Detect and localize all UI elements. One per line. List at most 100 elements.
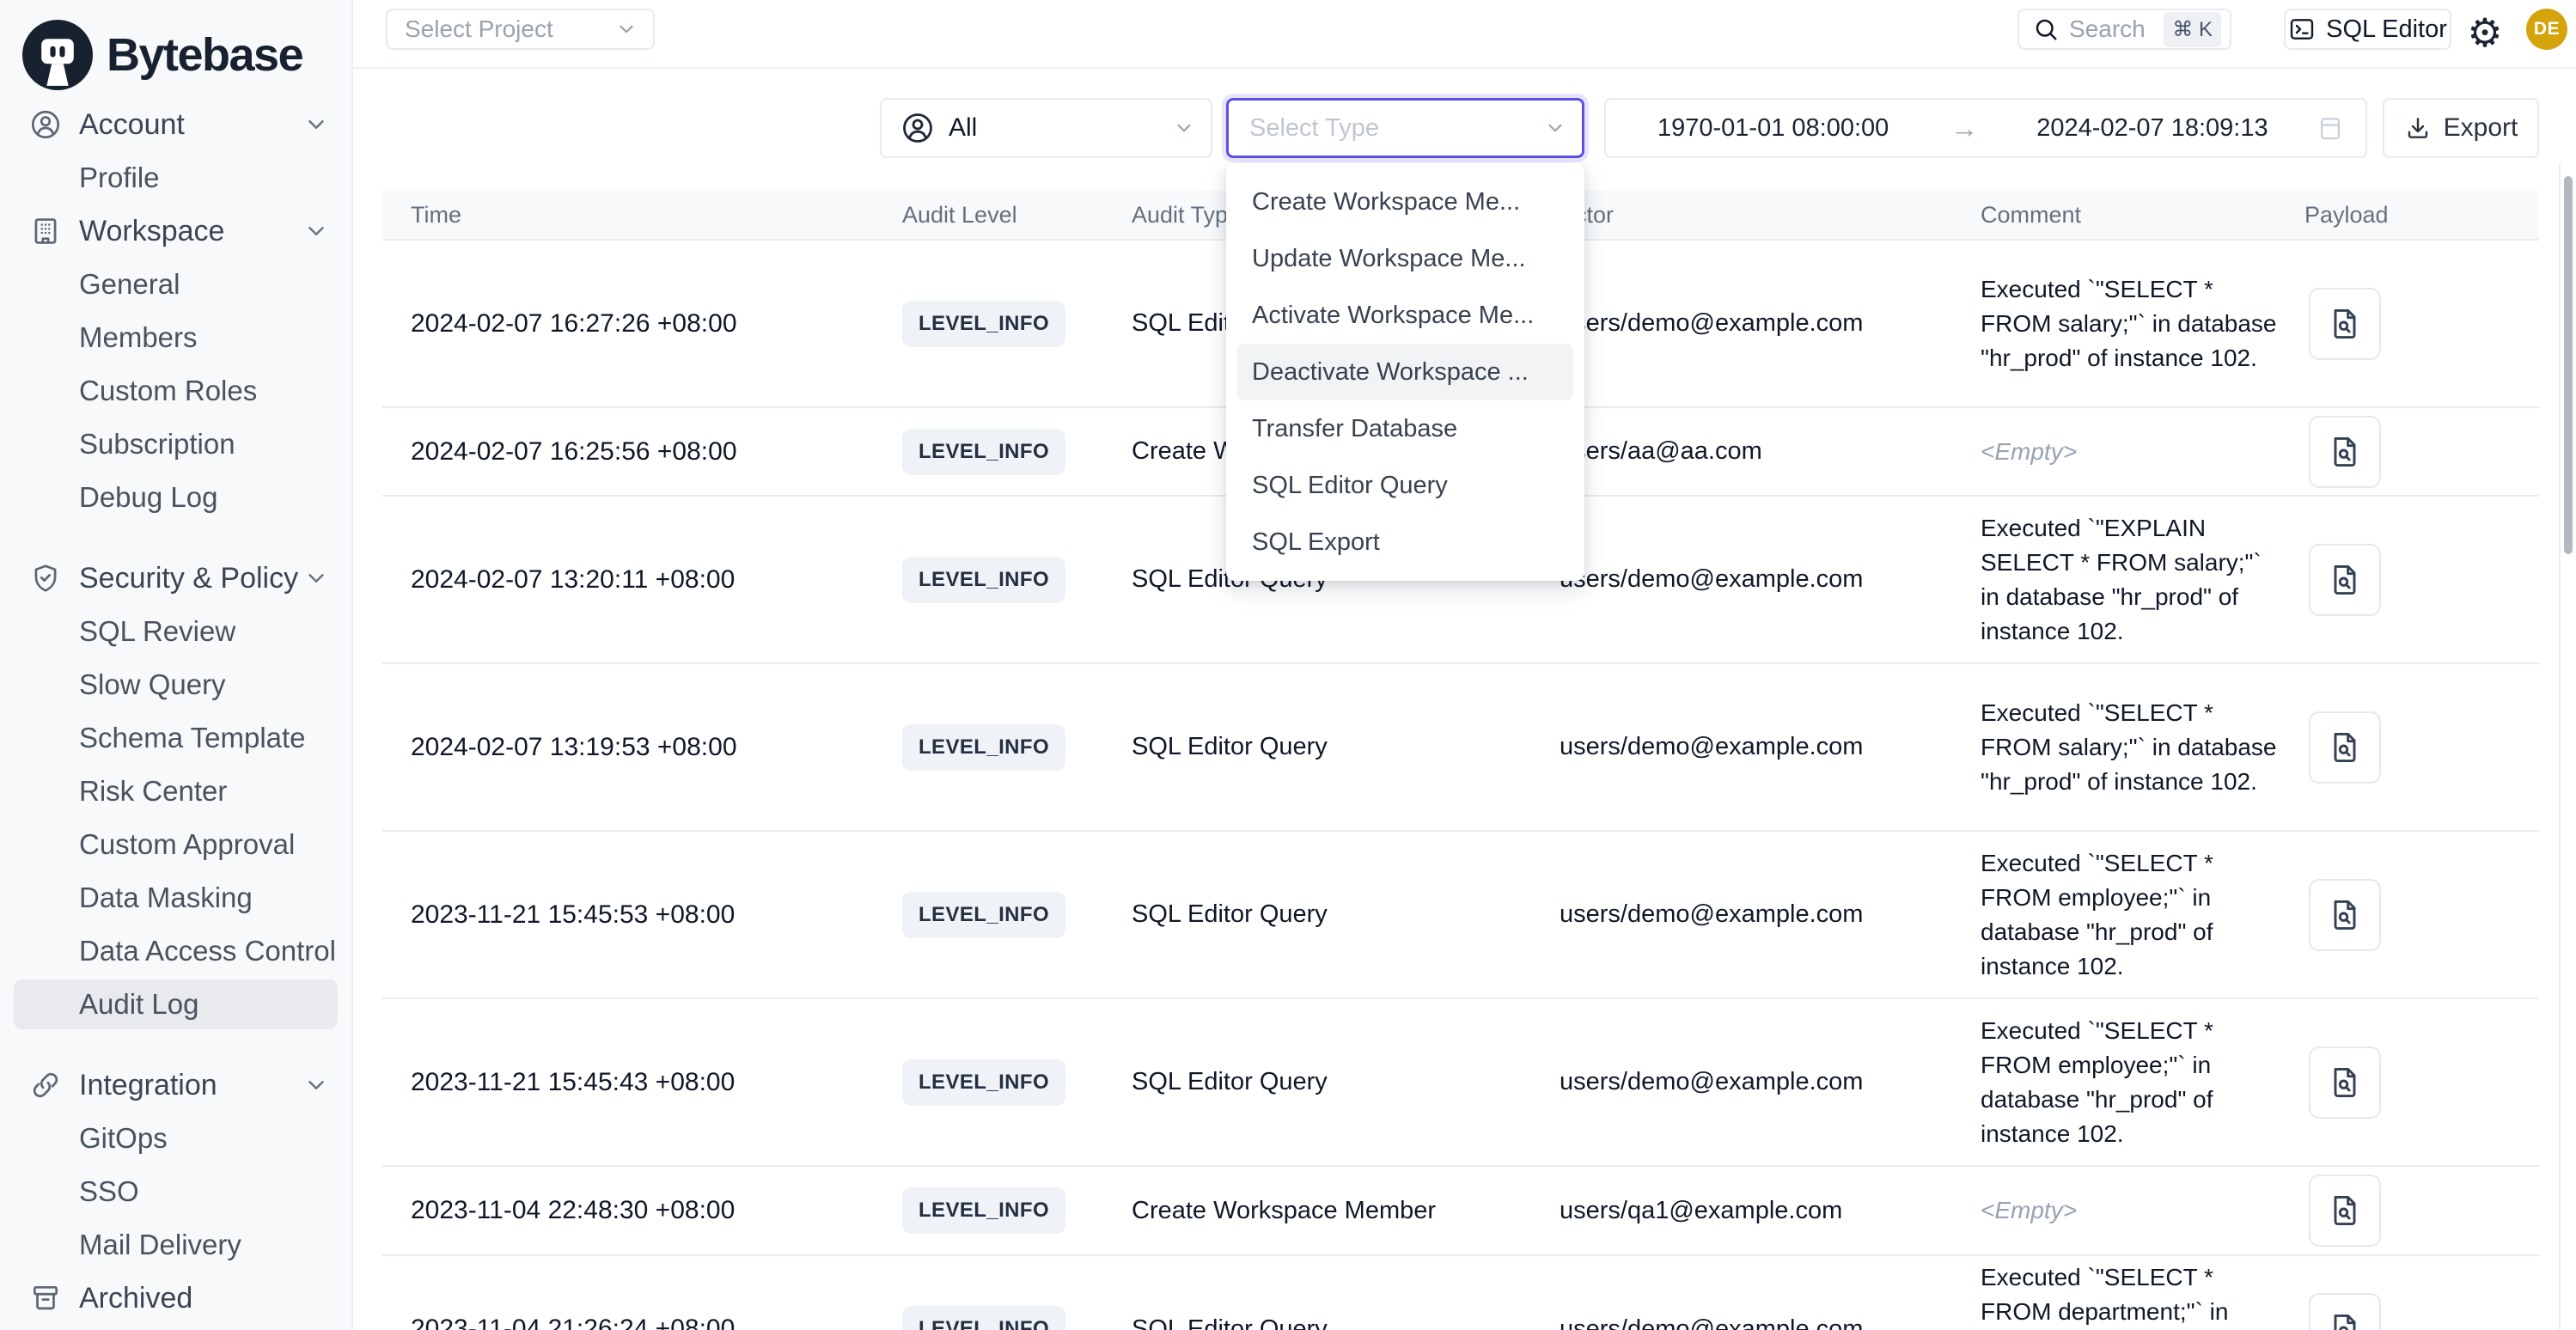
settings-gear-icon[interactable]: ⚙: [2463, 10, 2507, 55]
sidebar-item-members[interactable]: Members: [0, 311, 351, 364]
payload-view-button[interactable]: [2309, 879, 2381, 951]
sidebar-item-account[interactable]: Account: [0, 98, 351, 151]
menu-item-sql-editor-query[interactable]: SQL Editor Query: [1237, 457, 1573, 514]
sidebar: Bytebase Account Profile Workspace Gener…: [0, 0, 353, 1330]
scroll-area-divider: [2559, 163, 2561, 1330]
sidebar-item-workspace[interactable]: Workspace: [0, 204, 351, 258]
payload-view-button[interactable]: [2309, 416, 2381, 488]
link-icon: [29, 1069, 62, 1101]
sidebar-item-archived[interactable]: Archived: [0, 1272, 351, 1325]
type-filter-dropdown-menu: Create Workspace Me... Update Workspace …: [1226, 163, 1584, 581]
sidebar-item-risk-center[interactable]: Risk Center: [0, 765, 351, 818]
menu-item-deactivate-workspace-member[interactable]: Deactivate Workspace ...: [1237, 344, 1573, 400]
sidebar-item-integration[interactable]: Integration: [0, 1059, 351, 1112]
level-badge: LEVEL_INFO: [902, 1306, 1065, 1330]
sidebar-item-gitops[interactable]: GitOps: [0, 1112, 351, 1165]
level-badge: LEVEL_INFO: [902, 1187, 1065, 1234]
level-badge: LEVEL_INFO: [902, 429, 1065, 475]
sidebar-item-slow-query[interactable]: Slow Query: [0, 658, 351, 711]
date-range-picker[interactable]: 1970-01-01 08:00:00 → 2024-02-07 18:09:1…: [1604, 98, 2367, 158]
sidebar-item-data-masking[interactable]: Data Masking: [0, 871, 351, 924]
level-badge: LEVEL_INFO: [902, 1059, 1065, 1106]
menu-item-create-workspace-member[interactable]: Create Workspace Me...: [1237, 174, 1573, 230]
chevron-down-icon: [615, 18, 638, 40]
brand-name: Bytebase: [107, 28, 302, 82]
user-avatar[interactable]: DE: [2526, 9, 2567, 50]
payload-view-button[interactable]: [2309, 711, 2381, 784]
sidebar-item-custom-roles[interactable]: Custom Roles: [0, 364, 351, 418]
actor-filter-select[interactable]: All: [880, 98, 1212, 158]
chevron-down-icon: [1173, 117, 1195, 139]
sidebar-item-security-policy[interactable]: Security & Policy: [0, 552, 351, 605]
audit-log-page: Bytebase Account Profile Workspace Gener…: [0, 0, 2576, 1330]
user-circle-icon: [29, 108, 62, 141]
column-header-actor: Actor: [1531, 202, 1952, 229]
search-shortcut-badge: ⌘ K: [2164, 12, 2221, 47]
payload-view-button[interactable]: [2309, 1174, 2381, 1247]
sidebar-item-mail-delivery[interactable]: Mail Delivery: [0, 1218, 351, 1272]
search-input[interactable]: Search ⌘ K: [2017, 9, 2231, 50]
table-row: 2023-11-04 22:48:30 +08:00 LEVEL_INFO Cr…: [382, 1167, 2539, 1256]
column-header-audit-level: Audit Level: [865, 202, 1090, 229]
chevron-down-icon: [1544, 117, 1566, 139]
menu-item-update-workspace-member[interactable]: Update Workspace Me...: [1237, 230, 1573, 287]
column-header-comment: Comment: [1952, 202, 2283, 229]
sidebar-item-schema-template[interactable]: Schema Template: [0, 711, 351, 765]
vertical-scrollbar[interactable]: [2564, 176, 2573, 554]
main-content: Select Project Search ⌘ K SQL Editor ⚙ D…: [353, 0, 2576, 1330]
export-button[interactable]: Export: [2383, 98, 2539, 158]
shield-check-icon: [29, 562, 62, 595]
table-row: 2023-11-21 15:45:53 +08:00 LEVEL_INFO SQ…: [382, 832, 2539, 999]
column-header-time: Time: [382, 202, 865, 229]
table-row: 2023-11-04 21:26:24 +08:00 LEVEL_INFO SQ…: [382, 1256, 2539, 1330]
table-row: 2024-02-07 13:19:53 +08:00 LEVEL_INFO SQ…: [382, 664, 2539, 832]
user-circle-icon: [900, 111, 935, 145]
archive-box-icon: [29, 1282, 62, 1315]
menu-item-transfer-database[interactable]: Transfer Database: [1237, 400, 1573, 457]
table-row: 2023-11-21 15:45:43 +08:00 LEVEL_INFO SQ…: [382, 999, 2539, 1167]
payload-view-button[interactable]: [2309, 1293, 2381, 1330]
bytebase-logo[interactable]: Bytebase: [0, 0, 351, 95]
chevron-down-icon: [303, 1072, 329, 1098]
date-from-value: 1970-01-01 08:00:00: [1657, 114, 1889, 143]
menu-item-activate-workspace-member[interactable]: Activate Workspace Me...: [1237, 287, 1573, 344]
chevron-down-icon: [303, 112, 329, 137]
chevron-down-icon: [303, 565, 329, 591]
sidebar-item-data-access-control[interactable]: Data Access Control: [0, 924, 351, 978]
sidebar-item-custom-approval[interactable]: Custom Approval: [0, 818, 351, 871]
building-icon: [29, 215, 62, 247]
column-header-payload: Payload: [2283, 202, 2539, 229]
arrow-right-icon: →: [1950, 113, 1978, 144]
sidebar-item-subscription[interactable]: Subscription: [0, 418, 351, 471]
date-to-value: 2024-02-07 18:09:13: [2036, 114, 2268, 143]
calendar-icon: [2316, 113, 2345, 143]
actor-filter-value: All: [949, 113, 1159, 143]
level-badge: LEVEL_INFO: [902, 301, 1065, 347]
sidebar-item-audit-log[interactable]: Audit Log: [0, 978, 351, 1031]
sidebar-item-profile[interactable]: Profile: [0, 151, 351, 204]
sql-editor-button[interactable]: SQL Editor: [2284, 9, 2451, 50]
level-badge: LEVEL_INFO: [902, 892, 1065, 938]
bytebase-logo-icon: [22, 20, 93, 90]
sidebar-item-general[interactable]: General: [0, 258, 351, 311]
download-icon: [2404, 114, 2432, 142]
payload-view-button[interactable]: [2309, 288, 2381, 360]
type-filter-select[interactable]: Select Type: [1226, 98, 1584, 158]
project-selector-placeholder: Select Project: [405, 15, 553, 43]
chevron-down-icon: [303, 218, 329, 244]
menu-item-sql-export[interactable]: SQL Export: [1237, 514, 1573, 570]
sidebar-nav: Account Profile Workspace General Member…: [0, 95, 351, 1325]
sidebar-item-sso[interactable]: SSO: [0, 1165, 351, 1218]
topbar: Select Project Search ⌘ K SQL Editor ⚙ D…: [353, 0, 2576, 69]
level-badge: LEVEL_INFO: [902, 724, 1065, 771]
terminal-icon: [2288, 15, 2316, 43]
search-placeholder: Search: [2069, 15, 2153, 43]
search-icon: [2033, 16, 2059, 42]
payload-view-button[interactable]: [2309, 544, 2381, 616]
payload-view-button[interactable]: [2309, 1046, 2381, 1119]
sidebar-item-sql-review[interactable]: SQL Review: [0, 605, 351, 658]
sidebar-item-debug-log[interactable]: Debug Log: [0, 471, 351, 524]
project-selector[interactable]: Select Project: [386, 9, 655, 50]
type-filter-placeholder: Select Type: [1249, 114, 1544, 143]
level-badge: LEVEL_INFO: [902, 557, 1065, 603]
